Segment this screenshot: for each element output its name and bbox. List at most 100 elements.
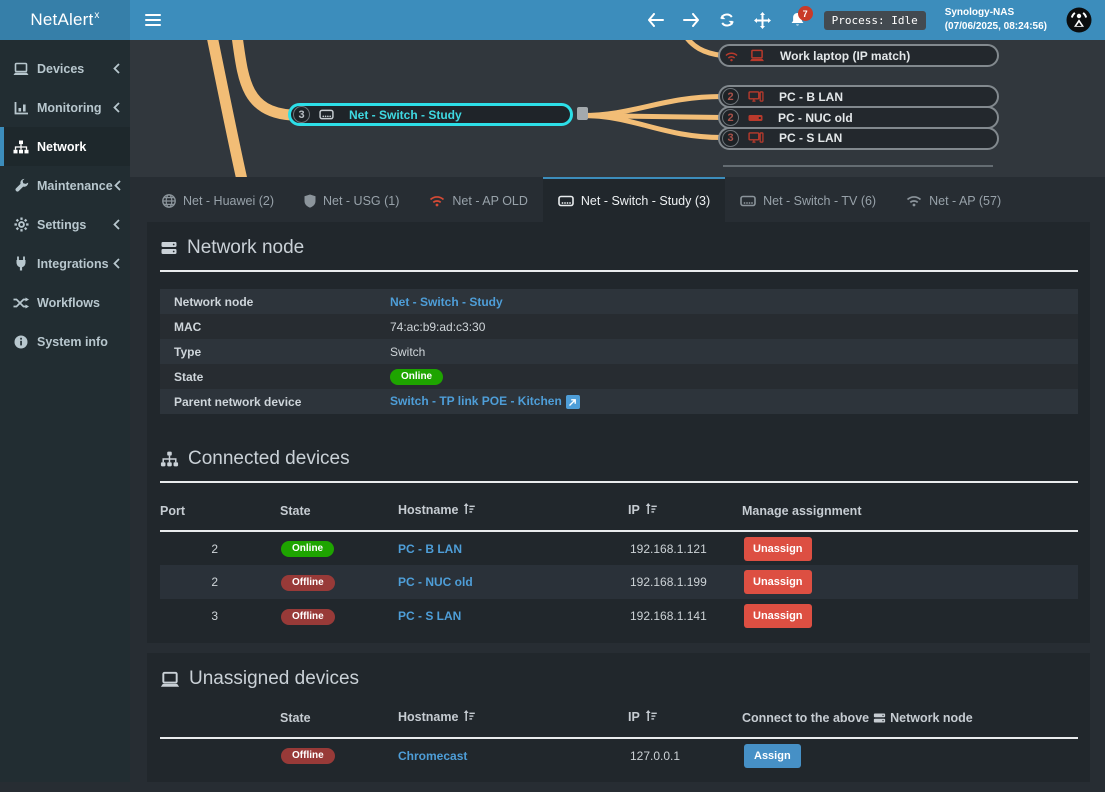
node-port-badge: 3	[293, 106, 310, 123]
column-header-connect: Connect to the aboveNetwork node	[742, 704, 1078, 738]
status-badge: Offline	[281, 748, 335, 764]
ip-cell: 192.168.1.121	[628, 531, 742, 565]
sort-icon[interactable]	[463, 503, 475, 518]
main-content: 3 Net - Switch - Study Work laptop (IP m…	[130, 40, 1105, 792]
tab-net-switch-study[interactable]: Net - Switch - Study (3)	[543, 177, 725, 222]
host-timestamp: (07/06/2025, 08:24:56)	[945, 20, 1047, 35]
sidebar-item-maintenance[interactable]: Maintenance	[0, 166, 130, 205]
status-badge: Offline	[281, 609, 335, 625]
node-label: Net - Switch - Study	[349, 108, 462, 122]
notifications-bell-icon[interactable]: 7	[790, 12, 805, 28]
node-port-badge: 2	[722, 109, 739, 126]
sidebar-item-workflows[interactable]: Workflows	[0, 283, 130, 322]
tab-net-huawei[interactable]: Net - Huawei (2)	[147, 177, 289, 222]
topology-node-selected[interactable]: 3 Net - Switch - Study	[288, 103, 573, 126]
desktop-icon	[748, 132, 764, 144]
top-bar: NetAlert​x 7 Process: Idle Synology-NAS	[0, 0, 1105, 40]
column-header-hostname[interactable]: Hostname	[398, 497, 628, 531]
switch-icon	[319, 109, 334, 120]
port-cell: 3	[160, 599, 280, 633]
sidebar-item-monitoring[interactable]: Monitoring	[0, 88, 130, 127]
network-topology-diagram[interactable]: 3 Net - Switch - Study Work laptop (IP m…	[130, 40, 1105, 177]
tab-net-switch-tv[interactable]: Net - Switch - TV (6)	[725, 177, 891, 222]
column-header-manage: Manage assignment	[742, 497, 1078, 531]
node-connector-handle[interactable]	[577, 107, 588, 120]
logo-sup: x	[94, 10, 99, 21]
column-header-hostname[interactable]: Hostname	[398, 704, 628, 738]
network-node-link[interactable]: Net - Switch - Study	[390, 295, 503, 309]
refresh-icon[interactable]	[719, 12, 735, 28]
sidebar-item-settings[interactable]: Settings	[0, 205, 130, 244]
sort-icon[interactable]	[463, 710, 475, 725]
table-row: 2 Offline PC - NUC old 192.168.1.199 Una…	[160, 565, 1078, 599]
sort-icon[interactable]	[645, 710, 657, 725]
section-header-unassigned-devices: Unassigned devices	[160, 668, 1078, 690]
column-header-ip[interactable]: IP	[628, 704, 742, 738]
unassigned-devices-panel: Unassigned devices State Hostname IP Con…	[147, 653, 1090, 782]
tab-label: Net - AP OLD	[452, 194, 528, 208]
column-header-ip[interactable]: IP	[628, 497, 742, 531]
switch-icon	[558, 195, 574, 207]
user-avatar[interactable]	[1066, 7, 1092, 33]
laptop-icon	[749, 49, 765, 62]
node-label: PC - B LAN	[779, 90, 843, 104]
desktop-icon	[748, 91, 764, 103]
detail-row: State Online	[160, 364, 1078, 389]
mac-value: 74:ac:b9:ad:c3:30	[390, 314, 1078, 339]
hostname-link[interactable]: PC - B LAN	[398, 542, 462, 556]
unassign-button[interactable]: Unassign	[744, 537, 812, 561]
network-node-details-table: Network node Net - Switch - Study MAC 74…	[160, 289, 1078, 414]
sidebar-item-system-info[interactable]: System info	[0, 322, 130, 361]
topology-node-pc-s-lan[interactable]: 3 PC - S LAN	[718, 127, 999, 150]
sort-icon[interactable]	[645, 503, 657, 518]
section-header-network-node: Network node	[160, 237, 1078, 259]
detail-row: Type Switch	[160, 339, 1078, 364]
sidebar: Devices Monitoring Network Maintenance S…	[0, 40, 130, 782]
sidebar-item-network[interactable]: Network	[0, 127, 130, 166]
topology-node-pc-nuc-old[interactable]: 2 PC - NUC old	[718, 106, 999, 129]
sidebar-item-integrations[interactable]: Integrations	[0, 244, 130, 283]
parent-device-link[interactable]: Switch - TP link POE - Kitchen	[390, 394, 562, 408]
hostname-link[interactable]: Chromecast	[398, 749, 467, 763]
hostname-link[interactable]: PC - NUC old	[398, 575, 473, 589]
forward-arrow-icon[interactable]	[683, 13, 700, 27]
tab-label: Net - USG (1)	[323, 194, 399, 208]
table-row: 3 Offline PC - S LAN 192.168.1.141 Unass…	[160, 599, 1078, 633]
connected-devices-table: Port State Hostname IP Manage assignment…	[160, 497, 1078, 633]
topology-node-pc-b-lan[interactable]: 2 PC - B LAN	[718, 85, 999, 108]
hostname-link[interactable]: PC - S LAN	[398, 609, 461, 623]
node-tabs: Net - Huawei (2) Net - USG (1) Net - AP …	[130, 177, 1105, 222]
move-icon[interactable]	[754, 12, 771, 29]
sidebar-item-devices[interactable]: Devices	[0, 49, 130, 88]
sitemap-icon	[160, 451, 179, 467]
tab-label: Net - Switch - Study (3)	[581, 194, 710, 208]
tab-net-ap-old[interactable]: Net - AP OLD	[414, 177, 543, 222]
unassign-button[interactable]: Unassign	[744, 570, 812, 594]
port-cell: 2	[160, 565, 280, 599]
detail-row: MAC 74:ac:b9:ad:c3:30	[160, 314, 1078, 339]
network-node-panel: Network node Network node Net - Switch -…	[147, 222, 1090, 643]
ip-cell: 192.168.1.141	[628, 599, 742, 633]
port-cell: 2	[160, 531, 280, 565]
switch-icon	[740, 195, 756, 207]
hamburger-menu-icon[interactable]	[130, 0, 176, 40]
chevron-left-icon	[112, 63, 121, 74]
process-status-badge: Process: Idle	[824, 11, 926, 30]
detail-label: State	[160, 364, 390, 389]
tab-net-usg[interactable]: Net - USG (1)	[289, 177, 414, 222]
wrench-icon	[13, 178, 29, 193]
topology-node-work-laptop[interactable]: Work laptop (IP match)	[718, 44, 999, 67]
tab-net-ap[interactable]: Net - AP (57)	[891, 177, 1016, 222]
laptop-icon	[160, 671, 180, 688]
unassigned-devices-table: State Hostname IP Connect to the aboveNe…	[160, 704, 1078, 772]
app-logo[interactable]: NetAlert​x	[0, 0, 130, 40]
sidebar-item-label: Monitoring	[37, 101, 102, 115]
logo-text: NetAlert	[30, 10, 93, 29]
divider	[160, 270, 1078, 272]
external-link-icon[interactable]	[566, 395, 580, 409]
assign-button[interactable]: Assign	[744, 744, 801, 768]
unassign-button[interactable]: Unassign	[744, 604, 812, 628]
back-arrow-icon[interactable]	[647, 13, 664, 27]
wifi-icon	[429, 194, 445, 207]
gear-icon	[13, 217, 29, 232]
